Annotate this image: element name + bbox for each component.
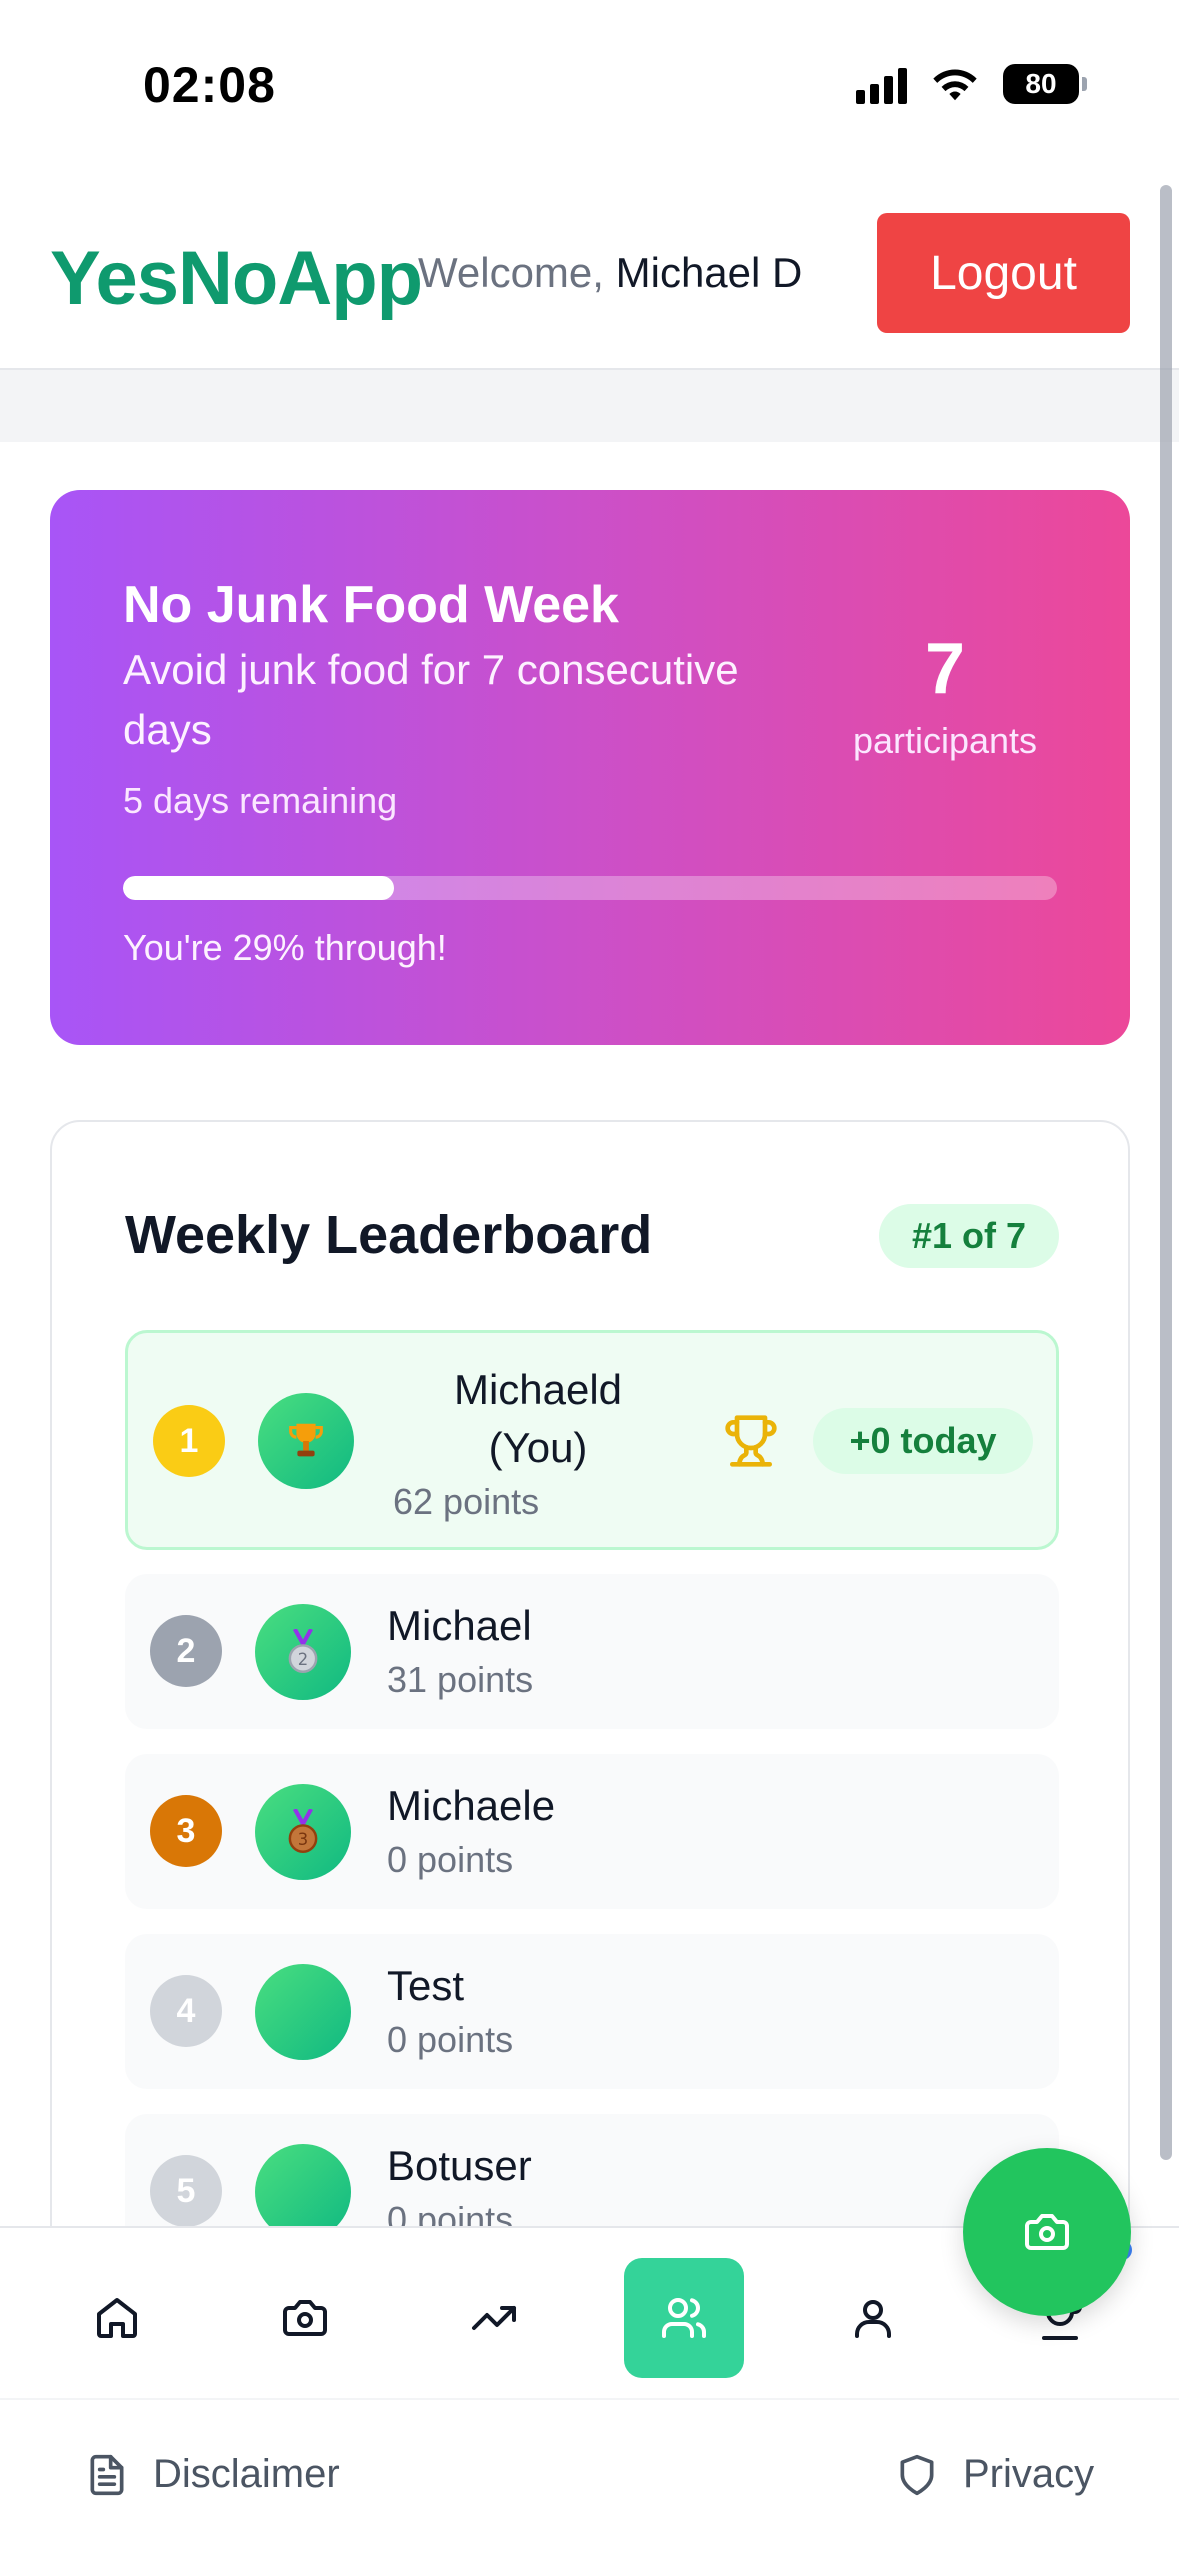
- app-logo[interactable]: YesNoApp: [50, 235, 423, 322]
- camera-fab-button[interactable]: [963, 2148, 1131, 2316]
- user-name: Michael D: [615, 249, 803, 296]
- silver-medal-icon: 2: [288, 1629, 318, 1673]
- svg-text:3: 3: [298, 1830, 308, 1849]
- avatar: [255, 1964, 351, 2060]
- avatar: [258, 1393, 354, 1489]
- home-icon: [97, 2298, 137, 2338]
- player-name: Michael: [387, 1602, 532, 1649]
- leaderboard-row-2[interactable]: 2 2 Michael 31 points: [125, 1574, 1059, 1729]
- trending-up-icon: [472, 2306, 516, 2330]
- status-time: 02:08: [143, 57, 276, 113]
- player-name: Test: [387, 1962, 465, 2009]
- leaderboard-row-1[interactable]: 1 Michaeld (You) 62 points +0 today: [125, 1330, 1059, 1550]
- disclaimer-label: Disclaimer: [153, 2452, 340, 2496]
- player-name: Michaele: [387, 1782, 556, 1829]
- bronze-medal-icon: 3: [288, 1809, 318, 1853]
- camera-icon: [283, 2300, 327, 2336]
- signal-icon: [856, 64, 907, 104]
- welcome-prefix: Welcome,: [418, 249, 604, 296]
- status-icons: 80: [856, 64, 1087, 104]
- camera-icon: [1025, 2214, 1069, 2250]
- nav-progress[interactable]: [434, 2258, 554, 2378]
- player-points: 31 points: [387, 1659, 534, 1700]
- player-name: Michaeld (You): [453, 1366, 623, 1471]
- rank-circle: 4: [150, 1975, 222, 2047]
- avatar: 2: [255, 1604, 351, 1700]
- shield-icon: [900, 2454, 934, 2495]
- scrollbar[interactable]: [1160, 185, 1172, 2160]
- privacy-label: Privacy: [963, 2452, 1095, 2496]
- app-header: YesNoApp Welcome, Michael D Logout: [0, 175, 1179, 370]
- logout-button[interactable]: Logout: [877, 213, 1130, 333]
- rank-circle: 1: [153, 1405, 225, 1477]
- trophy-icon: [289, 1423, 323, 1457]
- challenge-progress-fill: [123, 876, 394, 900]
- player-name: Botuser: [387, 2142, 532, 2189]
- nav-home[interactable]: [57, 2258, 177, 2378]
- rank-circle: 5: [150, 2155, 222, 2227]
- my-rank-badge: #1 of 7: [879, 1204, 1059, 1268]
- nav-profile[interactable]: [813, 2258, 933, 2378]
- leaderboard-row-4[interactable]: 4 Test 0 points: [125, 1934, 1059, 2089]
- battery-level: 80: [1025, 68, 1057, 99]
- footer: Disclaimer Privacy: [0, 2398, 1179, 2556]
- leaderboard-row-3[interactable]: 3 3 Michaele 0 points: [125, 1754, 1059, 1909]
- participants-label: participants: [852, 720, 1038, 761]
- users-icon: [662, 2298, 706, 2338]
- nav-leaderboard[interactable]: [624, 2258, 744, 2378]
- challenge-title: No Junk Food Week: [123, 576, 619, 634]
- challenge-progress-text: You're 29% through!: [123, 927, 447, 968]
- user-icon: [855, 2300, 891, 2338]
- disclaimer-link[interactable]: Disclaimer: [85, 2452, 340, 2497]
- battery-icon: 80: [1003, 64, 1087, 104]
- today-points-badge: +0 today: [813, 1408, 1033, 1474]
- leaderboard-title: Weekly Leaderboard: [125, 1205, 653, 1265]
- svg-text:2: 2: [298, 1650, 308, 1669]
- avatar: 3: [255, 1784, 351, 1880]
- participants-count: 7: [924, 629, 966, 709]
- rank-circle: 3: [150, 1795, 222, 1867]
- challenge-progress-bar: [123, 876, 1057, 900]
- challenge-description: Avoid junk food for 7 consecutive days: [123, 646, 739, 753]
- document-icon: [90, 2454, 124, 2495]
- player-points: 0 points: [387, 1839, 514, 1880]
- privacy-link[interactable]: Privacy: [895, 2452, 1094, 2497]
- player-points: 62 points: [393, 1481, 540, 1522]
- section-divider: [0, 370, 1179, 442]
- rank-circle: 2: [150, 1615, 222, 1687]
- welcome-text: Welcome, Michael D: [418, 249, 802, 297]
- leaderboard-card: Weekly Leaderboard #1 of 7 1 Michaeld (Y…: [50, 1120, 1130, 2320]
- trophy-icon: [725, 1415, 777, 1467]
- challenge-remaining: 5 days remaining: [123, 780, 398, 821]
- player-points: 0 points: [387, 2019, 514, 2060]
- challenge-card[interactable]: No Junk Food Week Avoid junk food for 7 …: [50, 490, 1130, 1045]
- status-bar: 02:08 80: [0, 0, 1179, 175]
- nav-camera[interactable]: [245, 2258, 365, 2378]
- wifi-icon: [933, 69, 977, 101]
